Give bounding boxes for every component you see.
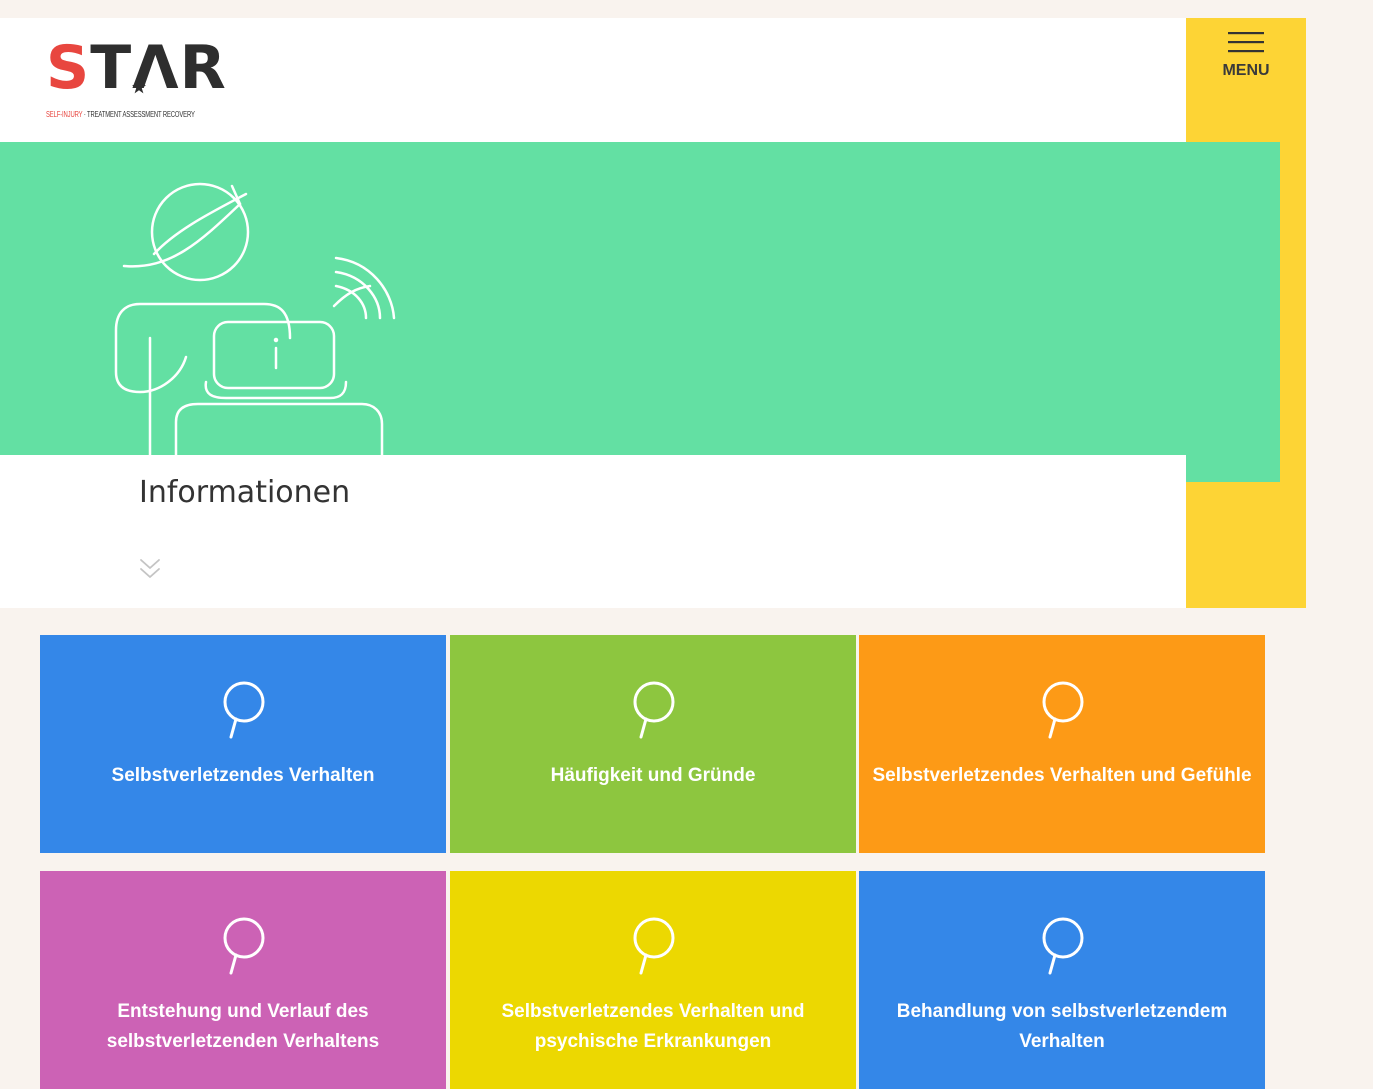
tile-label: Selbstverletzendes Verhalten <box>111 765 375 786</box>
magnifier-icon <box>1042 917 1084 975</box>
logo-tagline-rest: · TREATMENT ASSESSMENT RECOVERY <box>82 110 195 119</box>
person-with-laptop-illustration <box>114 182 396 482</box>
magnifier-icon <box>1042 681 1084 739</box>
hamburger-icon <box>1228 32 1264 53</box>
page-title: Informationen <box>139 475 351 510</box>
tile-haeufigkeit-und-gruende[interactable]: Häufigkeit und Gründe <box>450 635 856 853</box>
tile-behandlung[interactable]: Behandlung von selbstverletzendem Verhalt… <box>859 871 1265 1089</box>
tile-label: Selbstverletzendes Verhalten und psychisc… <box>501 1001 805 1052</box>
chevron-down-double-icon <box>140 559 160 578</box>
tile-entstehung-und-verlauf[interactable]: Entstehung und Verlauf des selbstverletze… <box>40 871 446 1089</box>
tile-label: Häufigkeit und Gründe <box>550 765 756 786</box>
tile-label: Entstehung und Verlauf des selbstverletze… <box>106 1001 380 1052</box>
magnifier-icon <box>633 681 675 739</box>
tile-selbstverletzendes-verhalten[interactable]: Selbstverletzendes Verhalten <box>40 635 446 853</box>
logo-tagline-red: SELF-INJURY <box>46 110 83 119</box>
menu-button[interactable]: MENU <box>1186 18 1306 98</box>
site-header: STΛR SELF-INJURY · TREATMENT ASSESSMENT … <box>0 18 1186 142</box>
magnifier-icon <box>223 681 265 739</box>
tile-psychische-erkrankungen[interactable]: Selbstverletzendes Verhalten und psychisc… <box>450 871 856 1089</box>
tile-verhalten-und-gefuehle[interactable]: Selbstverletzendes Verhalten und Gefühle <box>859 635 1265 853</box>
logo-tagline: SELF-INJURY · TREATMENT ASSESSMENT RECOV… <box>46 110 195 119</box>
magnifier-icon <box>633 917 675 975</box>
scroll-down-button[interactable] <box>139 557 161 586</box>
star-logo[interactable]: STΛR SELF-INJURY · TREATMENT ASSESSMENT … <box>46 33 226 126</box>
menu-label: MENU <box>1222 62 1270 79</box>
tile-label: Selbstverletzendes Verhalten und Gefühle <box>872 765 1252 786</box>
logo-letter-s: S <box>46 33 91 103</box>
magnifier-icon <box>223 917 265 975</box>
title-panel: Informationen <box>0 455 1186 608</box>
hero-banner <box>0 142 1280 482</box>
tile-label: Behandlung von selbstverletzendem Verhalt… <box>896 1001 1228 1052</box>
logo-letters-tar: TΛR <box>90 33 227 103</box>
logo-star-icon <box>132 80 146 94</box>
